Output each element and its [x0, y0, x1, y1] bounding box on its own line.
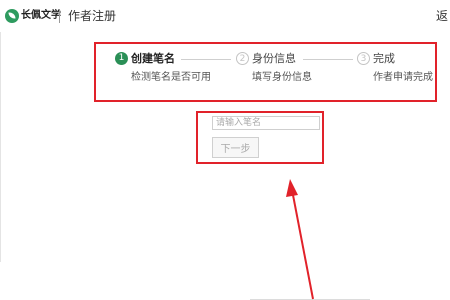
annotation-arrow — [286, 179, 314, 300]
